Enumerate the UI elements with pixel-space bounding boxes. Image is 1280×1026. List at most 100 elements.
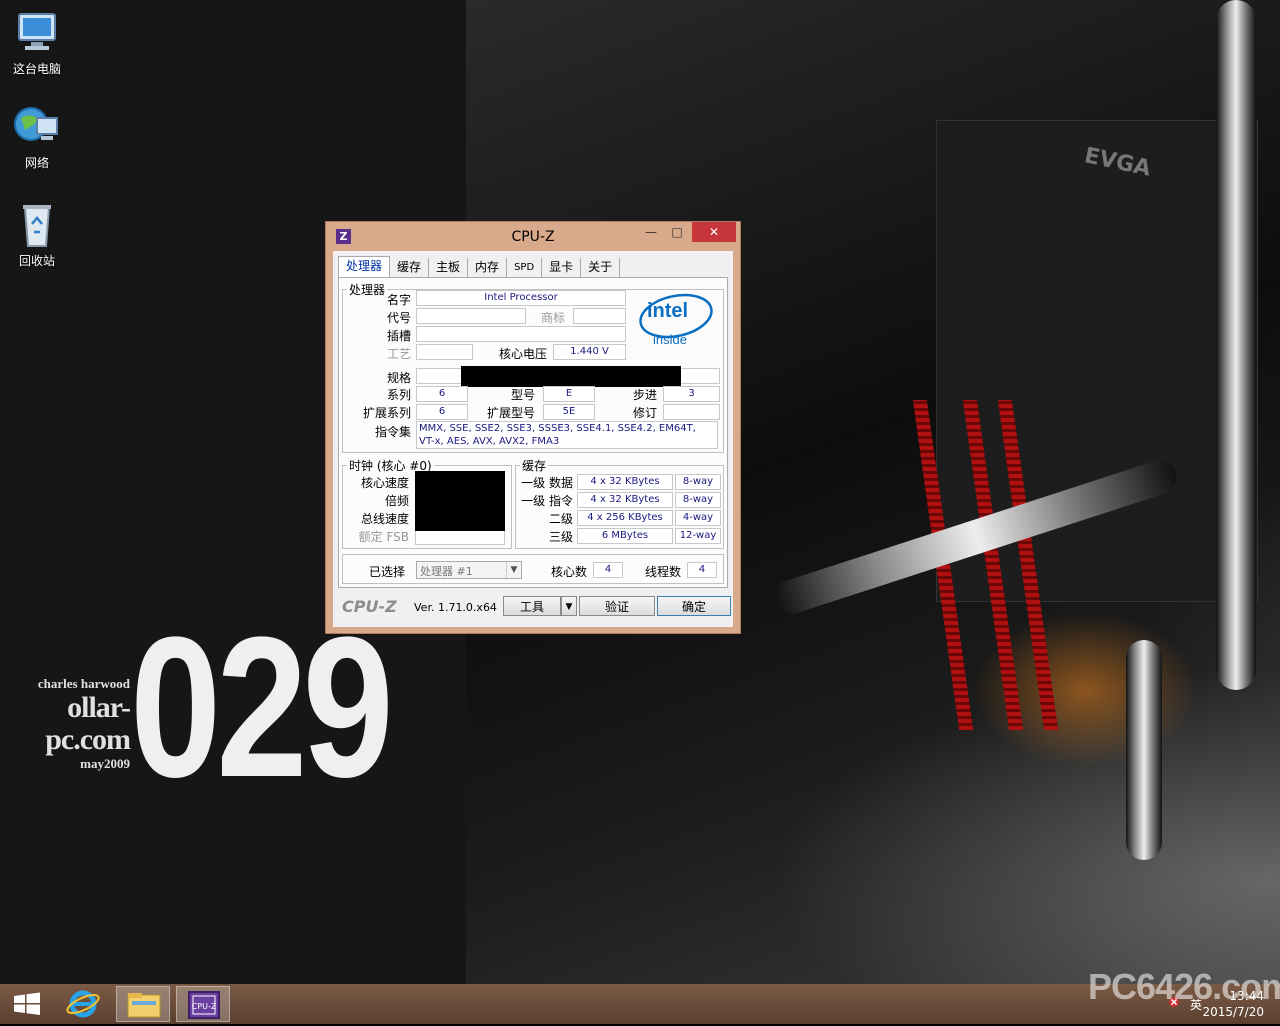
instructions-label: 指令集 <box>374 425 411 439</box>
desktop-icon-this-pc[interactable]: 这台电脑 <box>0 10 74 77</box>
tab-caches[interactable]: 缓存 <box>390 258 430 277</box>
caret-down-icon: ▼ <box>565 602 573 612</box>
desktop-icon-label: 回收站 <box>18 254 55 268</box>
socket-label: 插槽 <box>386 329 411 343</box>
voltage-value: 1.440 V <box>553 344 626 360</box>
core-speed-label: 核心速度 <box>360 476 409 490</box>
cache-l1d-size: 4 x 32 KBytes <box>577 474 673 490</box>
cache-l3-way: 12-way <box>675 528 721 544</box>
name-label: 名字 <box>386 293 411 307</box>
technology-label: 工艺 <box>386 347 411 361</box>
tab-processor[interactable]: 处理器 <box>338 256 391 279</box>
recycle-bin-icon <box>13 202 61 248</box>
codename-value <box>416 308 526 324</box>
file-explorer-icon <box>127 993 161 1018</box>
cores-value: 4 <box>593 562 623 578</box>
title-bar[interactable]: Z CPU-Z — □ ✕ <box>326 222 740 251</box>
voltage-label: 核心电压 <box>498 347 547 361</box>
tab-bar: 处理器 缓存 主板 内存 SPD 显卡 关于 <box>338 256 638 279</box>
cache-l3-label: 三级 <box>548 530 573 544</box>
cache-l1d-label: 一级 数据 <box>521 476 573 490</box>
cores-label: 核心数 <box>550 565 587 579</box>
rated-fsb-value <box>415 529 505 545</box>
cache-l3-size: 6 MBytes <box>577 528 673 544</box>
desktop-icon-recycle-bin[interactable]: 回收站 <box>0 202 74 269</box>
stepping-label: 步进 <box>632 388 657 402</box>
ok-button[interactable]: 确定 <box>657 596 731 616</box>
tools-button[interactable]: 工具 <box>503 596 561 616</box>
specification-redaction <box>461 366 681 387</box>
wallpaper-tube <box>1216 0 1256 690</box>
start-button[interactable] <box>0 986 54 1022</box>
desktop-icon-label: 这台电脑 <box>12 62 61 76</box>
ext-family-value: 6 <box>416 404 468 420</box>
threads-label: 线程数 <box>644 565 681 579</box>
bus-speed-label: 总线速度 <box>360 512 409 526</box>
close-button[interactable]: ✕ <box>692 222 736 242</box>
cache-l1i-label: 一级 指令 <box>521 494 573 508</box>
rated-fsb-label: 额定 FSB <box>358 530 409 544</box>
specification-label: 规格 <box>386 371 411 385</box>
trademark-label: 商标 <box>540 311 565 325</box>
cpu-z-icon: CPU-Z <box>188 991 220 1019</box>
cache-group-label: 缓存 <box>522 459 547 473</box>
network-icon <box>13 104 61 150</box>
intel-inside-text: inside <box>653 332 687 347</box>
taskbar-cpuz[interactable]: CPU-Z <box>176 986 230 1022</box>
cache-l1i-way: 8-way <box>675 492 721 508</box>
family-value: 6 <box>416 386 468 402</box>
window-client-area: 处理器 缓存 主板 内存 SPD 显卡 关于 处理器 名字 Intel Proc… <box>333 251 733 627</box>
socket-value <box>416 326 626 342</box>
selection-label: 已选择 <box>368 565 405 579</box>
cpuz-footer-logo: CPU-Z <box>342 597 397 616</box>
ext-family-label: 扩展系列 <box>362 406 411 420</box>
tab-graphics[interactable]: 显卡 <box>542 258 582 277</box>
ext-model-label: 扩展型号 <box>486 406 535 420</box>
revision-label: 修订 <box>632 406 657 420</box>
wallpaper-tube <box>1126 640 1162 860</box>
trademark-value <box>573 308 626 324</box>
cpuz-window: Z CPU-Z — □ ✕ 处理器 缓存 主板 内存 SPD 显卡 关于 处理器… <box>325 221 741 634</box>
instructions-line-2: VT-x, AES, AVX, AVX2, FMA3 <box>419 436 560 447</box>
maximize-button[interactable]: □ <box>664 222 690 242</box>
internet-explorer-icon <box>66 990 100 1018</box>
tab-spd[interactable]: SPD <box>507 258 543 277</box>
wallpaper-brand-line2: ollar-pc.com <box>45 691 131 756</box>
instructions-line-1: MMX, SSE, SSE2, SSE3, SSSE3, SSE4.1, SSE… <box>419 423 696 434</box>
threads-value: 4 <box>687 562 717 578</box>
instructions-value: MMX, SSE, SSE2, SSE3, SSSE3, SSE4.1, SSE… <box>416 421 718 449</box>
multiplier-label: 倍频 <box>384 494 409 508</box>
version-text: Ver. 1.71.0.x64 <box>414 601 497 614</box>
cache-l2-way: 4-way <box>675 510 721 526</box>
processor-select[interactable]: 处理器 #1 ▼ <box>416 561 522 579</box>
tools-dropdown-arrow[interactable]: ▼ <box>561 596 577 616</box>
computer-icon <box>13 10 61 56</box>
minimize-button[interactable]: — <box>638 222 664 242</box>
site-watermark: PC6426.com <box>1088 966 1280 1007</box>
desktop-icon-network[interactable]: 网络 <box>0 104 74 171</box>
taskbar-internet-explorer[interactable] <box>56 986 110 1022</box>
chevron-down-icon[interactable]: ▼ <box>506 562 521 578</box>
desktop-icon-label: 网络 <box>24 156 49 170</box>
revision-value <box>663 404 720 420</box>
svg-text:CPU-Z: CPU-Z <box>192 1002 217 1011</box>
wallpaper-brand-line3: may2009 <box>80 756 130 771</box>
windows-start-icon <box>14 992 40 1015</box>
intel-inside-logo: intel inside <box>635 288 717 354</box>
clocks-redaction <box>415 471 505 531</box>
tab-mainboard[interactable]: 主板 <box>429 258 469 277</box>
name-value: Intel Processor <box>416 290 626 306</box>
model-label: 型号 <box>510 388 535 402</box>
tab-about[interactable]: 关于 <box>581 258 621 277</box>
codename-label: 代号 <box>386 311 411 325</box>
window-footer: CPU-Z Ver. 1.71.0.x64 工具 ▼ 验证 确定 <box>333 591 733 627</box>
validate-button[interactable]: 验证 <box>579 596 655 616</box>
stepping-value: 3 <box>663 386 720 402</box>
intel-logo-text: intel <box>647 300 689 322</box>
processor-panel: 处理器 名字 Intel Processor 代号 商标 插槽 工艺 核心电压 … <box>338 277 728 588</box>
tab-memory[interactable]: 内存 <box>468 258 508 277</box>
cache-l2-size: 4 x 256 KBytes <box>577 510 673 526</box>
cache-l1d-way: 8-way <box>675 474 721 490</box>
wallpaper-brand: charles harwood ollar-pc.com may2009 <box>0 676 131 772</box>
taskbar-file-explorer[interactable] <box>116 986 170 1022</box>
